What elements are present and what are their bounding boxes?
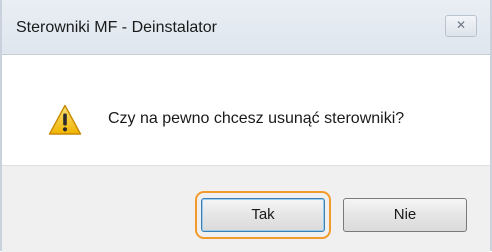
dialog-message: Czy na pewno chcesz usunąć sterowniki? — [108, 110, 405, 127]
uninstaller-dialog: Sterowniki MF - Deinstalator ✕ Czy na pe… — [0, 0, 492, 252]
close-icon: ✕ — [455, 18, 467, 32]
button-bar: Tak Nie — [2, 165, 490, 252]
title-bar[interactable]: Sterowniki MF - Deinstalator ✕ — [2, 0, 490, 55]
yes-button[interactable]: Tak — [201, 198, 325, 232]
warning-icon — [48, 104, 82, 135]
window-title: Sterowniki MF - Deinstalator — [16, 19, 217, 36]
dialog-content: Czy na pewno chcesz usunąć sterowniki? — [2, 55, 490, 165]
close-button[interactable]: ✕ — [445, 15, 477, 37]
no-button[interactable]: Nie — [343, 198, 467, 232]
